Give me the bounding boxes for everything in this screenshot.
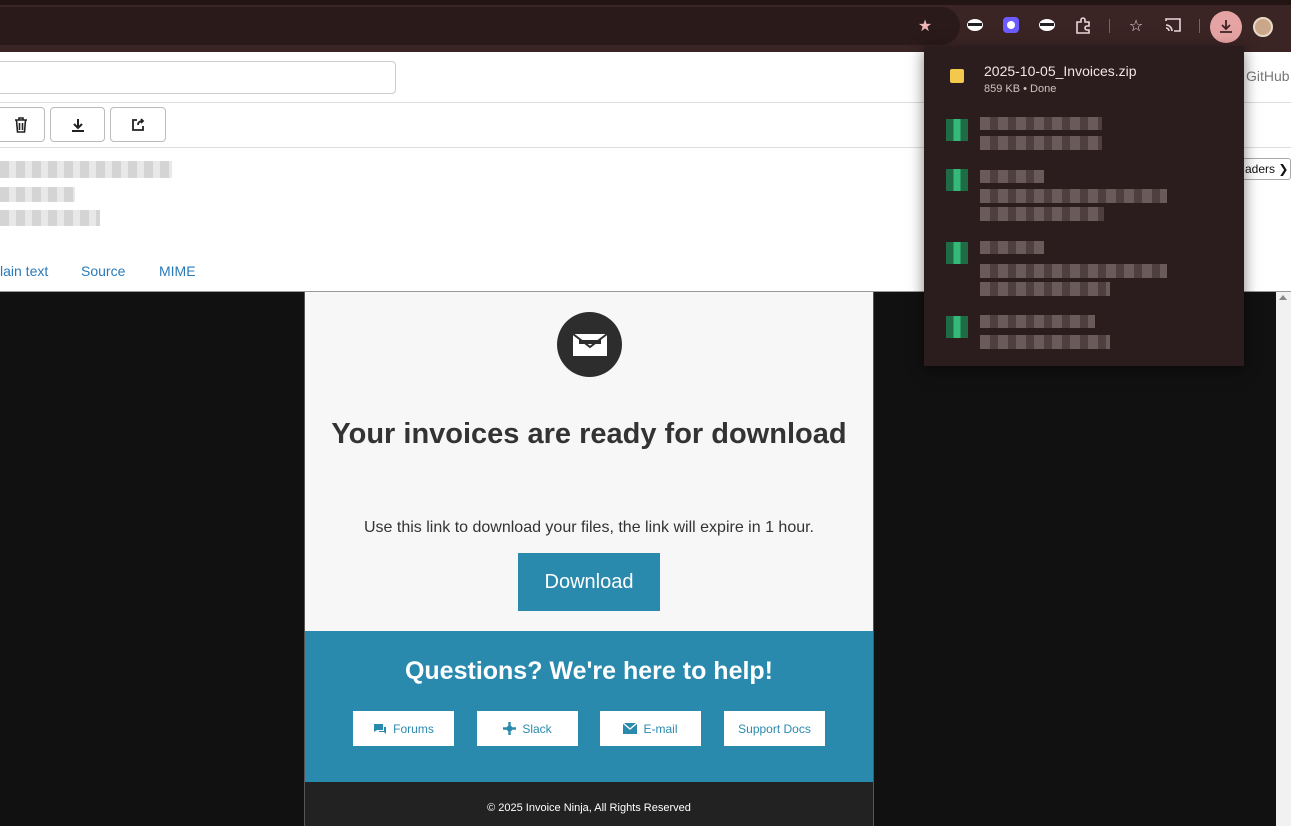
redacted-date <box>0 210 100 226</box>
tab-strip <box>0 0 1291 5</box>
bookmarks-icon[interactable]: ☆ <box>1125 14 1147 36</box>
extension-gear-icon[interactable] <box>1000 14 1022 36</box>
extension-mask-icon[interactable] <box>964 14 986 36</box>
downloads-panel: 2025-10-05_Invoices.zip 859 KB • Done <box>924 46 1244 366</box>
email-body: Your invoices are ready for download Use… <box>304 292 874 826</box>
slack-label: Slack <box>522 721 552 736</box>
toolbar-separator <box>1109 19 1110 33</box>
download-file-name[interactable]: 2025-10-05_Invoices.zip <box>984 63 1137 79</box>
address-bar[interactable] <box>0 7 960 45</box>
zip-file-icon <box>950 69 964 83</box>
star-icon[interactable]: ★ <box>914 14 936 36</box>
puzzle-icon[interactable] <box>1072 14 1094 36</box>
file-icon <box>946 119 968 141</box>
chat-icon <box>374 723 387 734</box>
redacted-download-name <box>980 117 1102 130</box>
slack-button[interactable]: Slack <box>477 711 578 746</box>
scroll-up-arrow-icon[interactable] <box>1279 295 1287 300</box>
email-button[interactable]: E-mail <box>600 711 701 746</box>
scrollbar[interactable] <box>1276 292 1291 826</box>
forums-button[interactable]: Forums <box>353 711 454 746</box>
download-message-button[interactable] <box>50 107 105 142</box>
support-docs-button[interactable]: Support Docs <box>724 711 825 746</box>
invoice-ninja-logo <box>557 312 622 377</box>
toolbar-separator <box>1199 19 1200 33</box>
download-icon[interactable] <box>1210 11 1242 43</box>
download-file-status: 859 KB • Done <box>984 83 1057 95</box>
extension-mask2-icon[interactable] <box>1036 14 1058 36</box>
tab-mime[interactable]: MIME <box>159 263 196 279</box>
email-footer: © 2025 Invoice Ninja, All Rights Reserve… <box>305 782 873 826</box>
help-title: Questions? We're here to help! <box>404 657 774 685</box>
help-section: Questions? We're here to help! Forums Sl… <box>305 631 873 782</box>
file-icon <box>946 242 968 264</box>
redacted-recipient <box>0 187 75 202</box>
github-link[interactable]: GitHub <box>1246 68 1290 84</box>
search-input[interactable] <box>0 61 396 94</box>
file-icon <box>946 316 968 338</box>
redacted-sender <box>0 161 172 178</box>
slack-icon <box>503 722 517 735</box>
cast-icon[interactable] <box>1162 14 1184 36</box>
forums-label: Forums <box>393 721 434 736</box>
support-docs-label: Support Docs <box>738 721 811 736</box>
tab-source[interactable]: Source <box>81 263 125 279</box>
share-button[interactable] <box>110 107 166 142</box>
file-icon <box>946 169 968 191</box>
headers-select[interactable]: aders ❯ <box>1240 158 1291 180</box>
delete-button[interactable] <box>0 107 45 142</box>
redacted-download-status <box>980 136 1102 150</box>
redacted-download-name <box>980 315 1095 328</box>
download-button[interactable]: Download <box>518 553 660 611</box>
redacted-download-status <box>980 282 1110 296</box>
redacted-download-status <box>980 264 1167 278</box>
browser-toolbar: ★ ☆ <box>0 0 1291 52</box>
envelope-icon <box>623 723 638 734</box>
email-label: E-mail <box>643 721 678 736</box>
headers-select-label: aders <box>1245 162 1276 176</box>
email-lead-text: Use this link to download your files, th… <box>364 519 814 536</box>
redacted-download-status <box>980 207 1104 221</box>
tab-plain-text[interactable]: lain text <box>0 263 48 279</box>
redacted-download-name <box>980 170 1044 183</box>
redacted-download-status <box>980 335 1110 349</box>
redacted-download-name <box>980 241 1044 254</box>
email-heading: Your invoices are ready for download <box>331 418 847 450</box>
profile-avatar[interactable] <box>1253 17 1273 37</box>
redacted-download-status <box>980 189 1167 203</box>
copyright-text: © 2025 Invoice Ninja, All Rights Reserve… <box>487 802 691 814</box>
